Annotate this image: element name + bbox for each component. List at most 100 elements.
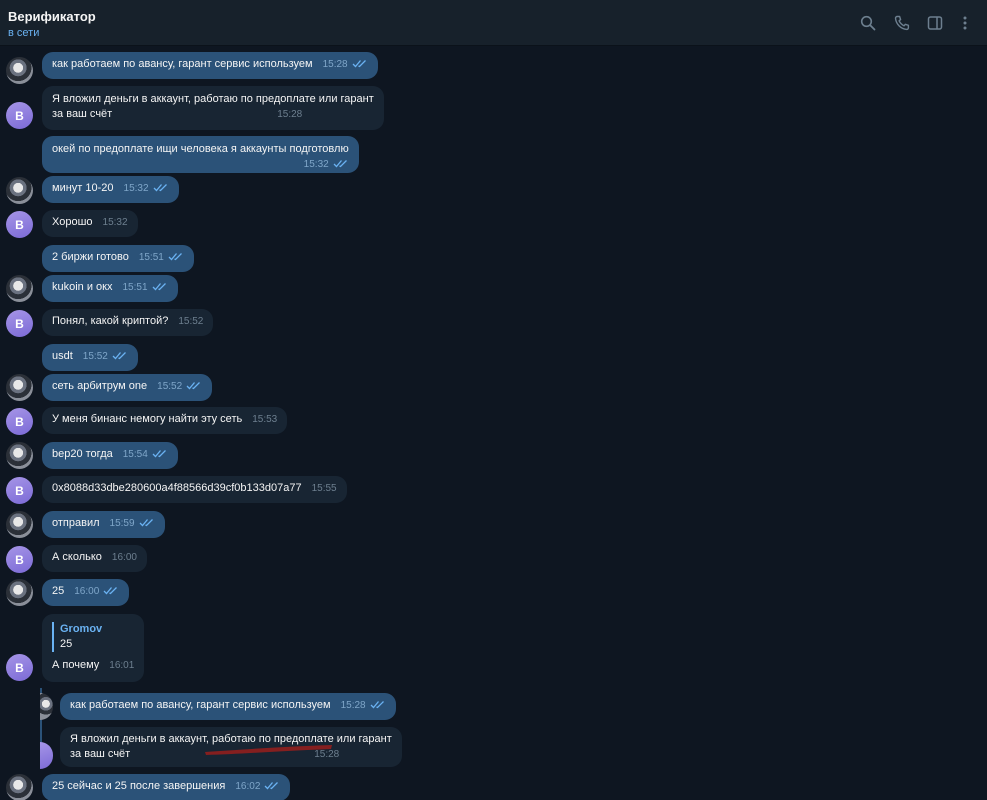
message-meta: 15:28 bbox=[341, 698, 386, 713]
message-bubble[interactable]: 25 сейчас и 25 после завершения 16:02 bbox=[42, 774, 291, 800]
avatar[interactable]: В bbox=[6, 102, 33, 129]
more-icon[interactable] bbox=[955, 13, 975, 33]
double-check-icon bbox=[139, 519, 153, 527]
avatar[interactable] bbox=[6, 774, 33, 800]
double-check-icon bbox=[370, 701, 384, 709]
message-time: 15:28 bbox=[277, 109, 303, 120]
message-bubble[interactable]: как работаем по авансу, гарант сервис ис… bbox=[60, 693, 396, 720]
avatar[interactable]: В bbox=[6, 477, 33, 504]
phone-icon[interactable] bbox=[892, 13, 912, 33]
message-bubble[interactable]: 0x8088d33dbe280600a4f88566d39cf0b133d07a… bbox=[42, 476, 347, 503]
message-meta: 15:54 bbox=[123, 447, 168, 462]
message-meta: 15:32 bbox=[124, 181, 169, 196]
message-text: сеть арбитрум one bbox=[52, 380, 148, 392]
message-bubble[interactable]: как работаем по авансу, гарант сервис ис… bbox=[42, 52, 378, 79]
message-text: минут 10-20 bbox=[52, 182, 114, 194]
message-text: окей по предоплате ищи человека я аккаун… bbox=[52, 143, 349, 155]
message-text: А почему bbox=[52, 659, 100, 671]
message-text-line2: за ваш счёт bbox=[52, 108, 113, 120]
avatar[interactable] bbox=[6, 275, 33, 302]
reply-quote[interactable]: Gromov 25 bbox=[52, 622, 134, 652]
message-text: Я вложил деньги в аккаунт, работаю по пр… bbox=[52, 93, 374, 105]
message-text: usdt bbox=[52, 350, 73, 362]
message-time: 16:00 bbox=[111, 552, 137, 563]
message-meta: 15:59 bbox=[110, 516, 155, 531]
double-check-icon bbox=[112, 352, 126, 360]
quote-text: 25 bbox=[60, 638, 73, 650]
message-time: 15:32 bbox=[123, 183, 149, 194]
avatar[interactable]: В bbox=[6, 654, 33, 681]
message-text: 25 сейчас и 25 после завершения bbox=[52, 780, 226, 792]
avatar[interactable]: В bbox=[6, 211, 33, 238]
message-time: 15:28 bbox=[340, 700, 366, 711]
message-text-line2: за ваш счёт bbox=[70, 748, 131, 760]
message-meta: 15:28 bbox=[323, 57, 368, 72]
message-meta: 15:51 bbox=[122, 280, 167, 295]
message-bubble[interactable]: А сколько 16:00 bbox=[42, 545, 147, 572]
sidebar-toggle-icon[interactable] bbox=[925, 13, 945, 33]
chat-title[interactable]: Верификатор bbox=[8, 9, 96, 24]
message-time: 15:51 bbox=[138, 252, 164, 263]
telegram-chat-window: Верификатор в сети как работаем по аванс… bbox=[0, 0, 987, 800]
message-time: 15:52 bbox=[82, 351, 108, 362]
message-bubble[interactable]: окей по предоплате ищи человека я аккаун… bbox=[42, 136, 359, 173]
message-time: 15:55 bbox=[311, 483, 337, 494]
message-time: 16:00 bbox=[74, 586, 100, 597]
message-bubble[interactable]: минут 10-20 15:32 bbox=[42, 176, 179, 203]
double-check-icon bbox=[152, 283, 166, 291]
message-text: А сколько bbox=[52, 551, 102, 563]
avatar[interactable] bbox=[6, 374, 33, 401]
message-time: 15:59 bbox=[109, 518, 135, 529]
double-check-icon bbox=[152, 450, 166, 458]
message-time: 15:51 bbox=[122, 282, 148, 293]
chat-status: в сети bbox=[8, 27, 40, 39]
double-check-icon bbox=[103, 587, 118, 595]
avatar[interactable] bbox=[6, 177, 33, 204]
avatar[interactable]: В bbox=[6, 408, 33, 435]
avatar[interactable] bbox=[6, 442, 33, 469]
message-meta: 16:02 bbox=[235, 779, 280, 794]
message-text: как работаем по авансу, гарант сервис ис… bbox=[70, 699, 331, 711]
avatar[interactable]: В bbox=[6, 310, 33, 337]
message-meta: 16:00 bbox=[74, 584, 119, 599]
avatar[interactable] bbox=[6, 57, 33, 84]
message-time: 15:32 bbox=[102, 217, 128, 228]
avatar[interactable]: В bbox=[6, 546, 33, 573]
message-bubble[interactable]: bep20 тогда 15:54 bbox=[42, 442, 178, 469]
message-time: 15:53 bbox=[252, 414, 278, 425]
message-text: У меня бинанс немогу найти эту сеть bbox=[52, 413, 243, 425]
message-bubble[interactable]: kukoin и окх 15:51 bbox=[42, 275, 178, 302]
message-bubble[interactable]: сеть арбитрум one 15:52 bbox=[42, 374, 213, 401]
chat-header: Верификатор в сети bbox=[0, 0, 987, 46]
search-icon[interactable] bbox=[858, 13, 878, 33]
message-bubble[interactable]: У меня бинанс немогу найти эту сеть 15:53 bbox=[42, 407, 288, 434]
message-bubble[interactable]: Я вложил деньги в аккаунт, работаю по пр… bbox=[42, 86, 384, 130]
message-time: 15:54 bbox=[122, 449, 148, 460]
message-text: 2 биржи готово bbox=[52, 251, 129, 263]
double-check-icon bbox=[186, 382, 201, 390]
message-text: bep20 тогда bbox=[52, 448, 113, 460]
message-text: 0x8088d33dbe280600a4f88566d39cf0b133d07a… bbox=[52, 482, 302, 494]
message-bubble[interactable]: Понял, какой криптой? 15:52 bbox=[42, 309, 214, 336]
message-meta: 15:51 bbox=[139, 250, 184, 265]
message-text: Понял, какой криптой? bbox=[52, 315, 169, 327]
message-bubble[interactable]: отправил 15:59 bbox=[42, 511, 165, 538]
message-time: 15:52 bbox=[178, 316, 204, 327]
message-bubble[interactable]: 2 биржи готово 15:51 bbox=[42, 245, 194, 272]
avatar[interactable] bbox=[6, 579, 33, 606]
message-text: kukoin и окх bbox=[52, 281, 113, 293]
double-check-icon bbox=[153, 184, 167, 192]
message-meta: 15:52 bbox=[157, 379, 202, 394]
message-bubble[interactable]: 25 16:00 bbox=[42, 579, 130, 606]
message-time: 15:32 bbox=[303, 159, 329, 170]
message-bubble[interactable]: Gromov 25 А почему 16:01 bbox=[42, 614, 145, 682]
message-bubble[interactable]: usdt 15:52 bbox=[42, 344, 138, 371]
message-time: 16:01 bbox=[109, 660, 135, 671]
message-meta: 15:32 bbox=[304, 157, 349, 172]
double-check-icon bbox=[264, 782, 279, 790]
message-meta: 15:52 bbox=[83, 349, 128, 364]
message-text: как работаем по авансу, гарант сервис ис… bbox=[52, 58, 313, 70]
message-list[interactable]: как работаем по авансу, гарант сервис ис… bbox=[0, 46, 987, 800]
message-bubble[interactable]: Хорошо 15:32 bbox=[42, 210, 138, 237]
avatar[interactable] bbox=[6, 511, 33, 538]
